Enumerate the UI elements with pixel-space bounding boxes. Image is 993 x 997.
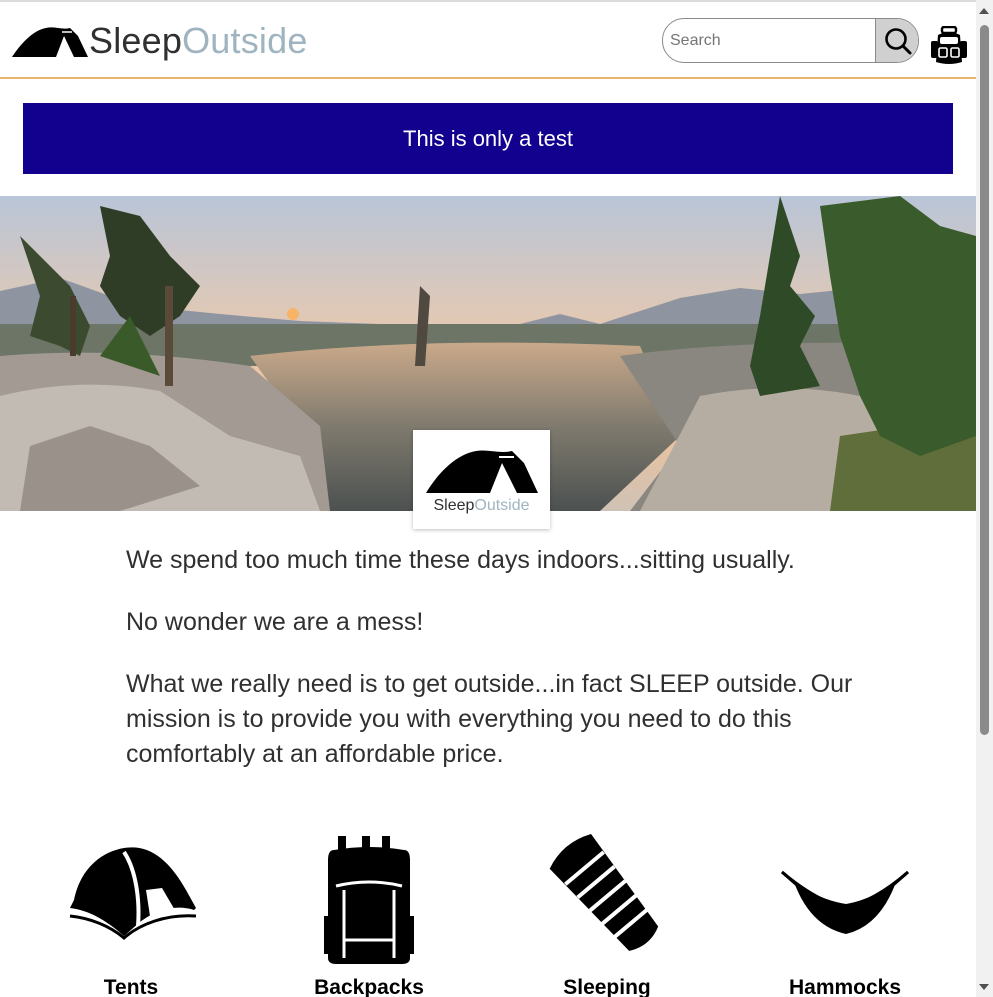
tent-logo-icon [425, 450, 538, 493]
hero-logo-text-outside: Outside [474, 497, 530, 514]
hero-logo-text: SleepOutside [413, 496, 550, 516]
product-categories: Tents Backpacks Sleeping Hammocks [0, 830, 976, 997]
hero-logo-card: SleepOutside [413, 430, 550, 529]
category-label: Backpacks [314, 976, 424, 997]
category-label: Sleeping [563, 976, 651, 997]
category-hammocks[interactable]: Hammocks [726, 830, 964, 997]
site-header: SleepOutside [0, 2, 976, 79]
scroll-down-arrow-icon[interactable] [979, 984, 989, 990]
site-logo[interactable]: SleepOutside [12, 20, 308, 62]
logo-text-sleep: Sleep [89, 20, 183, 61]
page-viewport: SleepOutside This is onl [0, 0, 976, 997]
category-label: Hammocks [788, 976, 902, 997]
search-icon [884, 27, 911, 54]
category-sleeping[interactable]: Sleeping [488, 830, 726, 997]
search-form [662, 18, 919, 63]
category-backpacks[interactable]: Backpacks [250, 830, 488, 997]
tent-logo-icon [12, 27, 88, 57]
logo-text-outside: Outside [182, 20, 308, 61]
scroll-up-arrow-icon[interactable] [979, 8, 989, 14]
logo-text: SleepOutside [89, 20, 308, 62]
mission-statement: We spend too much time these days indoor… [126, 543, 861, 799]
search-input[interactable] [663, 19, 875, 62]
search-button[interactable] [875, 19, 918, 62]
scrollbar-thumb[interactable] [980, 25, 989, 735]
mission-paragraph: No wonder we are a mess! [126, 608, 424, 636]
alert-banner: This is only a test [23, 103, 953, 174]
backpack-cart-icon [931, 25, 967, 64]
hammock-icon [781, 870, 909, 934]
vertical-scrollbar[interactable] [976, 0, 993, 997]
hero-logo-text-sleep: Sleep [433, 497, 475, 514]
category-tents[interactable]: Tents [12, 830, 250, 997]
tent-icon [69, 847, 196, 940]
cart-button[interactable] [929, 25, 969, 66]
mission-paragraph: We spend too much time these days indoor… [126, 546, 795, 574]
alert-message: This is only a test [403, 125, 573, 151]
backpack-icon [324, 836, 414, 964]
sleeping-bag-icon [549, 833, 659, 951]
mission-paragraph: What we really need is to get outside...… [126, 670, 853, 768]
category-label: Tents [103, 976, 159, 997]
